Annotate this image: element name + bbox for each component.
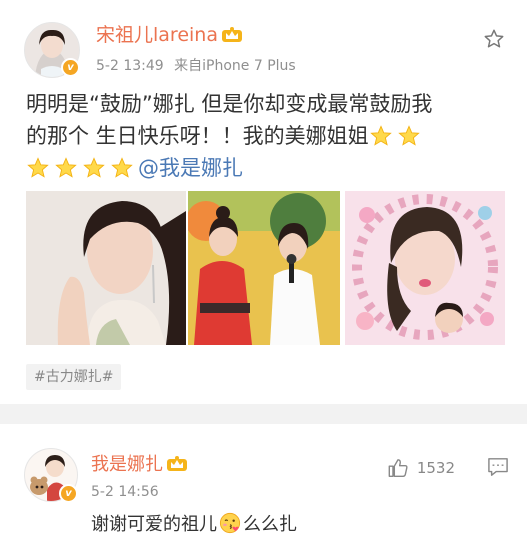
thumbs-up-icon [388, 459, 408, 477]
comment-username[interactable]: 我是娜扎 [91, 454, 188, 476]
star-emoji-icon [83, 157, 105, 178]
post-text-line-2: 的那个 生日快乐呀！！我的美娜姐姐 [26, 120, 506, 152]
like-count: 1532 [416, 459, 455, 477]
star-emoji-icon [55, 157, 77, 178]
weibo-post-card: v 宋祖儿lareina 5-2 13:49 来自iPhone 7 Plus 明… [0, 0, 527, 404]
crown-icon [167, 456, 187, 471]
post-username-text[interactable]: 宋祖儿lareina [96, 24, 218, 46]
kiss-face-emoji-icon [219, 512, 241, 534]
post-time: 5-2 13:49 [96, 58, 164, 74]
comment-time: 5-2 14:56 [91, 484, 159, 500]
post-text-line-2-text: 的那个 生日快乐呀！！我的美娜姐姐 [26, 124, 369, 148]
post-text-line-3: @我是娜扎 [26, 152, 506, 184]
star-emoji-icon [397, 125, 420, 146]
crown-icon [221, 27, 242, 42]
like-button[interactable]: 1532 [387, 457, 455, 479]
post-meta: 5-2 13:49 来自iPhone 7 Plus [96, 58, 302, 74]
reply-comment-icon[interactable] [487, 457, 509, 477]
post-source[interactable]: 来自iPhone 7 Plus [174, 58, 296, 74]
post-photo-1[interactable] [26, 191, 186, 345]
post-body: 明明是“鼓励”娜扎 但是你却变成最常鼓励我 的那个 生日快乐呀！！我的美娜姐姐 … [26, 88, 506, 184]
post-photo-3[interactable] [345, 191, 505, 345]
post-username[interactable]: 宋祖儿lareina [96, 24, 243, 46]
hashtag-topic[interactable]: #古力娜扎# [26, 364, 122, 390]
comment-body: 谢谢可爱的祖儿 么么扎 [91, 512, 297, 537]
star-emoji-icon [369, 125, 392, 146]
comment-username-text[interactable]: 我是娜扎 [91, 454, 163, 475]
star-emoji-icon [111, 157, 133, 178]
comment-text-after: 么么扎 [243, 514, 297, 535]
post-text-line-1: 明明是“鼓励”娜扎 但是你却变成最常鼓励我 [26, 92, 433, 116]
comment-text-before: 谢谢可爱的祖儿 [91, 514, 217, 535]
star-outline-icon[interactable] [483, 28, 505, 50]
post-photo-2[interactable] [188, 191, 340, 345]
mention-link[interactable]: @我是娜扎 [138, 156, 243, 180]
star-emoji-icon [27, 157, 49, 178]
vip-verified-badge: v [59, 484, 78, 503]
vip-verified-badge: v [61, 58, 80, 77]
comment-card: v 我是娜扎 5-2 14:56 1532 谢谢可爱的祖儿 么么扎 [0, 424, 527, 550]
